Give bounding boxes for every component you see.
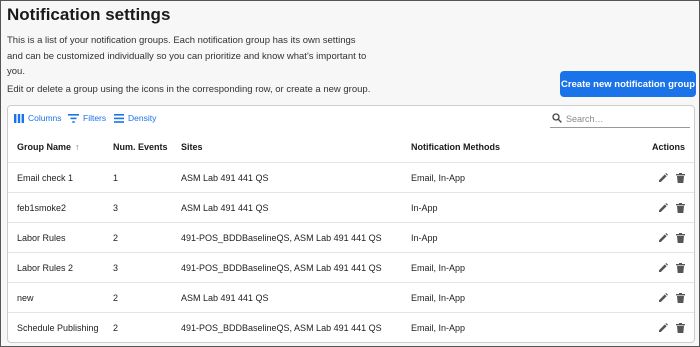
trash-icon[interactable] <box>676 293 685 303</box>
filters-button[interactable]: Filters <box>68 113 106 123</box>
row-actions <box>658 313 685 342</box>
cell-group-name: Schedule Publishing <box>17 323 99 333</box>
cell-group-name: feb1smoke2 <box>17 203 67 213</box>
cell-sites: ASM Lab 491 441 QS <box>181 173 269 183</box>
cell-notification-methods: Email, In-App <box>411 173 466 183</box>
cell-sites: ASM Lab 491 441 QS <box>181 203 269 213</box>
cell-num-events: 2 <box>113 323 119 333</box>
columns-icon <box>14 113 24 123</box>
pencil-icon[interactable] <box>658 203 668 213</box>
filters-label: Filters <box>83 113 107 123</box>
header-group-name-label: Group Name <box>17 142 72 152</box>
page-instructions: Edit or delete a group using the icons i… <box>7 84 371 95</box>
table-header-row: Group Name ↑ Num. Events Sites Notificat… <box>8 132 694 162</box>
header-actions: Actions <box>651 142 685 152</box>
header-group-name[interactable]: Group Name ↑ <box>17 132 80 162</box>
cell-sites: 491-POS_BDDBaselineQS, ASM Lab 491 441 Q… <box>181 263 382 273</box>
pencil-icon[interactable] <box>658 233 668 243</box>
density-button[interactable]: Density <box>114 113 156 123</box>
cell-num-events: 3 <box>113 263 119 273</box>
header-num-events[interactable]: Num. Events <box>113 132 168 162</box>
columns-button[interactable]: Columns <box>14 113 62 123</box>
row-actions <box>658 193 685 223</box>
trash-icon[interactable] <box>676 173 685 183</box>
cell-notification-methods: Email, In-App <box>411 263 466 273</box>
columns-label: Columns <box>28 113 62 123</box>
cell-group-name: Labor Rules 2 <box>17 263 74 273</box>
table-toolbar: Columns Filters Density <box>8 106 694 134</box>
row-actions <box>658 163 685 193</box>
cell-notification-methods: In-App <box>411 233 438 243</box>
table-row[interactable]: Labor Rules 2 491-POS_BDDBaselineQS, ASM L… <box>8 222 694 252</box>
row-actions <box>658 223 685 253</box>
cell-group-name: Email check 1 <box>17 173 74 183</box>
cell-sites: 491-POS_BDDBaselineQS, ASM Lab 491 441 Q… <box>181 233 382 243</box>
cell-group-name: Labor Rules <box>17 233 66 243</box>
create-group-button[interactable]: Create new notification group <box>560 71 696 97</box>
notification-settings-page: Notification settings This is a list of … <box>0 0 700 347</box>
cell-num-events: 2 <box>113 293 119 303</box>
table-row[interactable]: Labor Rules 2 3 491-POS_BDDBaselineQS, ASM… <box>8 252 694 282</box>
table-row[interactable]: Schedule Publishing 2 491-POS_BDDBaselineQ… <box>8 312 694 342</box>
arrow-up-icon[interactable]: ↑ <box>75 142 80 152</box>
page-description: This is a list of your notification grou… <box>7 35 367 77</box>
density-icon <box>114 113 124 123</box>
row-actions <box>658 253 685 283</box>
trash-icon[interactable] <box>676 263 685 273</box>
trash-icon[interactable] <box>676 233 685 243</box>
row-actions <box>658 283 685 313</box>
trash-icon[interactable] <box>676 203 685 213</box>
cell-notification-methods: Email, In-App <box>411 323 466 333</box>
table-row[interactable]: Email check 1 1 ASM Lab 491 441 QS Email, I… <box>8 162 694 192</box>
cell-sites: ASM Lab 491 441 QS <box>181 293 269 303</box>
search-box <box>550 110 690 128</box>
pencil-icon[interactable] <box>658 293 668 303</box>
cell-group-name: new <box>17 293 34 303</box>
pencil-icon[interactable] <box>658 263 668 273</box>
cell-sites: 491-POS_BDDBaselineQS, ASM Lab 491 441 Q… <box>181 323 382 333</box>
cell-notification-methods: In-App <box>411 203 438 213</box>
filter-icon <box>68 113 79 123</box>
table-row[interactable]: feb1smoke2 3 ASM Lab 491 441 QS In-App <box>8 192 694 222</box>
trash-icon[interactable] <box>676 323 685 333</box>
search-input[interactable] <box>566 113 676 124</box>
pencil-icon[interactable] <box>658 323 668 333</box>
header-notification-methods[interactable]: Notification Methods <box>411 132 500 162</box>
table-row[interactable]: new 2 ASM Lab 491 441 QS Email, In-App <box>8 282 694 312</box>
cell-num-events: 3 <box>113 203 119 213</box>
search-icon <box>552 110 562 128</box>
pencil-icon[interactable] <box>658 173 668 183</box>
notification-groups-table: Columns Filters Density Search… Group Na… <box>7 105 695 343</box>
cell-notification-methods: Email, In-App <box>411 293 466 303</box>
density-label: Density <box>128 113 157 123</box>
cell-num-events: 2 <box>113 233 119 243</box>
header-sites[interactable]: Sites <box>181 132 203 162</box>
cell-num-events: 1 <box>113 173 119 183</box>
page-title: Notification settings <box>7 5 171 24</box>
